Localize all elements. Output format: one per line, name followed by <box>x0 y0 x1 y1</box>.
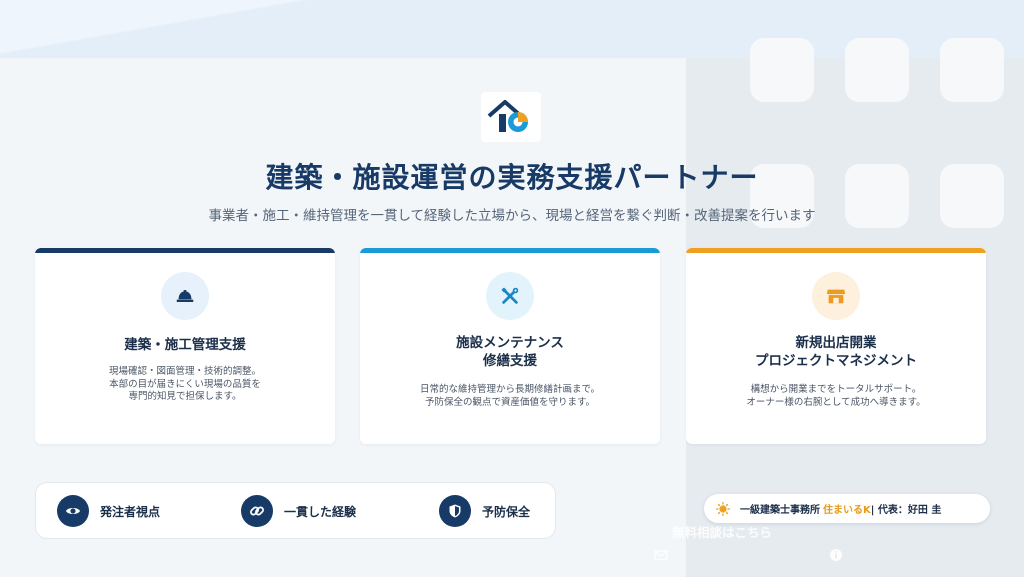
link-icon <box>250 506 264 516</box>
logo-mark-icon <box>487 100 528 132</box>
feature-icon-circle <box>439 495 471 527</box>
eye-icon <box>66 508 80 514</box>
service-card-construction[interactable]: 建築・施工管理支援 現場確認・図面管理・技術的調整。 本部の目が届きにくい現場の… <box>35 248 335 444</box>
feature-icon-circle <box>241 495 273 527</box>
card-title: 新規出店開業 プロジェクトマネジメント <box>686 334 986 370</box>
card-desc-line: 本部の目が届きにくい現場の品質を <box>109 378 261 390</box>
office-badge[interactable]: 一級建築士事務所 住まいるK | 代表：好田 圭 <box>704 494 990 523</box>
card-title: 建築・施工管理支援 <box>35 336 335 354</box>
decor-tile <box>940 38 1004 102</box>
card-accent-bar <box>35 248 335 253</box>
page-title: 建築・施設運営の実務支援パートナー <box>265 161 759 194</box>
feature-label: 発注者視点 <box>100 504 161 519</box>
company-logo[interactable] <box>481 92 541 142</box>
feature-item-preventive: 予防保全 <box>439 494 530 528</box>
feature-icon-circle <box>57 495 89 527</box>
card-icon-circle <box>161 272 209 320</box>
decor-tile <box>845 38 909 102</box>
tools-icon <box>501 287 519 304</box>
card-desc-line: 構想から開業までをトータルサポート。 <box>750 384 922 395</box>
info-icon[interactable] <box>829 548 843 562</box>
card-title-line: 建築・施工管理支援 <box>124 337 246 353</box>
card-desc-line: 予防保全の観点で資産価値を守ります。 <box>424 396 596 408</box>
service-card-store-opening[interactable]: 新規出店開業 プロジェクトマネジメント 構想から開業までをトータルサポート。 オ… <box>686 248 986 444</box>
card-title-line: プロジェクトマネジメント <box>755 353 917 369</box>
card-description: 現場確認・図面管理・技術的調整。 本部の目が届きにくい現場の品質を 専門的知見で… <box>35 366 335 404</box>
card-desc-line: 日常的な維持管理から長期修繕計画まで。 <box>419 384 601 395</box>
card-accent-bar <box>686 248 986 253</box>
hard-hat-icon <box>176 290 194 302</box>
card-title-line: 施設メンテナンス <box>456 335 564 351</box>
shield-icon <box>449 504 461 518</box>
feature-label: 予防保全 <box>482 504 531 519</box>
feature-strip: 発注者視点 一貫した経験 予防保全 <box>35 482 556 539</box>
card-title-line: 新規出店開業 <box>795 335 877 351</box>
mail-icon[interactable] <box>654 548 668 562</box>
page-subtitle: 事業者・施工・維持管理を一貫して経験した立場から、現場と経営を繋ぐ判断・改善提案… <box>208 208 816 224</box>
feature-label: 一貫した経験 <box>284 504 357 519</box>
storefront-icon <box>826 289 846 304</box>
badge-brand-name: 住まいるK <box>823 505 871 516</box>
card-title: 施設メンテナンス 修繕支援 <box>360 334 660 370</box>
card-desc-line: 専門的知見で担保します。 <box>128 391 242 402</box>
card-desc-line: オーナー様の右腕として成功へ導きます。 <box>746 396 926 408</box>
sun-icon <box>716 501 730 516</box>
feature-item-client-view: 発注者視点 <box>57 494 160 528</box>
card-description: 構想から開業までをトータルサポート。 オーナー様の右腕として成功へ導きます。 <box>686 384 986 409</box>
card-description: 日常的な維持管理から長期修繕計画まで。 予防保全の観点で資産価値を守ります。 <box>360 384 660 409</box>
service-card-maintenance[interactable]: 施設メンテナンス 修繕支援 日常的な維持管理から長期修繕計画まで。 予防保全の観… <box>360 248 660 444</box>
card-icon-circle <box>486 272 534 320</box>
card-icon-circle <box>812 272 860 320</box>
badge-representative: | 代表：好田 圭 <box>870 505 942 516</box>
card-title-line: 修繕支援 <box>483 353 537 369</box>
decor-tile <box>750 38 814 102</box>
free-consultation-link[interactable]: 無料相談はこちら <box>672 522 772 541</box>
feature-item-experience: 一貫した経験 <box>241 494 356 528</box>
badge-office-type: 一級建築士事務所 <box>740 505 820 516</box>
card-accent-bar <box>360 248 660 253</box>
card-desc-line: 現場確認・図面管理・技術的調整。 <box>108 366 261 377</box>
